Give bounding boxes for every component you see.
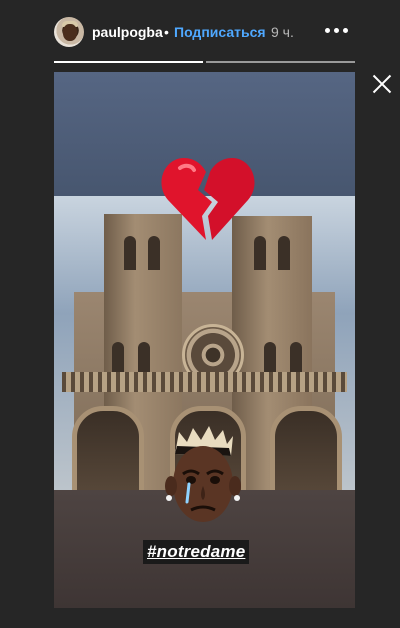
timestamp: 9 ч. <box>271 24 294 40</box>
facade-window <box>290 342 302 376</box>
avatar[interactable] <box>54 17 84 47</box>
tower-window <box>124 236 136 270</box>
facade-window <box>264 342 276 376</box>
crying-face-sticker <box>165 426 241 522</box>
facade-window <box>112 342 124 376</box>
close-icon[interactable] <box>372 74 392 94</box>
progress-segment <box>206 61 355 63</box>
hashtag-sticker[interactable]: #notredame <box>143 540 250 564</box>
facade-window <box>138 342 150 376</box>
progress-segment <box>54 61 203 63</box>
avatar-face <box>63 24 77 41</box>
story-header: paulpogba • Подписаться 9 ч. <box>0 0 400 60</box>
progress-segment-fill <box>54 61 203 63</box>
story-progress <box>54 61 355 63</box>
tower-window <box>148 236 160 270</box>
portal-arch <box>72 406 144 490</box>
broken-heart-emoji <box>161 158 255 240</box>
username-link[interactable]: paulpogba <box>92 24 163 40</box>
more-options-icon[interactable] <box>324 19 350 39</box>
follow-button[interactable]: Подписаться <box>174 24 266 40</box>
separator-dot: • <box>164 24 169 40</box>
story-content[interactable]: #notredame <box>54 72 355 608</box>
portal-arch <box>270 406 342 490</box>
gallery-of-kings <box>62 372 347 392</box>
tower-window <box>278 236 290 270</box>
